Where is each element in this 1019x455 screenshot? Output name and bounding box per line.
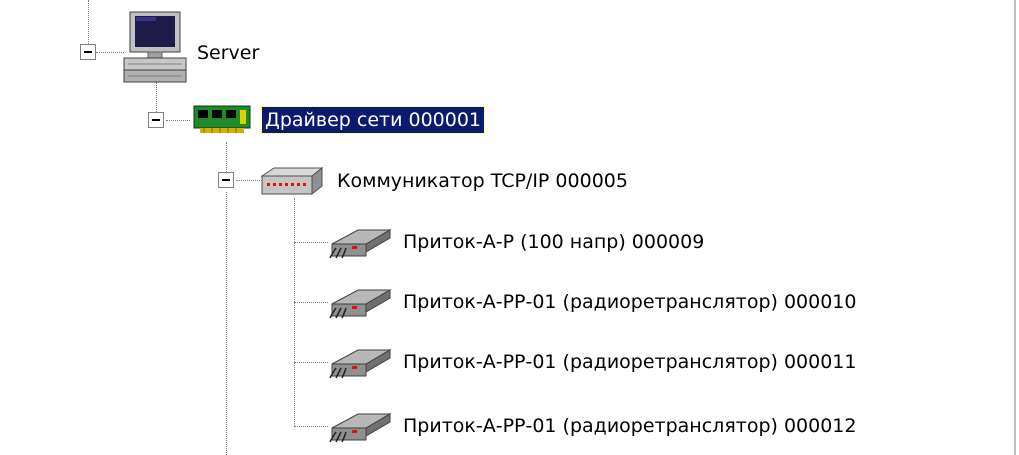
tree-node-device[interactable]: Приток-А-РР-01 (радиоретранслятор) 00001…	[400, 289, 860, 315]
tree-line	[226, 192, 227, 455]
tree-line	[294, 362, 328, 363]
tree-line	[96, 52, 124, 53]
network-card-icon	[193, 105, 251, 133]
tree-line	[294, 198, 295, 426]
transmitter-device-icon	[329, 289, 392, 319]
tree-line	[236, 180, 260, 181]
collapse-communicator-button[interactable]	[218, 172, 234, 188]
tree-node-network-driver[interactable]: Драйвер сети 000001	[260, 106, 486, 134]
tree-line	[294, 426, 328, 427]
tree-line	[294, 302, 328, 303]
tree-node-device[interactable]: Приток-А-РР-01 (радиоретранслятор) 00001…	[400, 413, 860, 439]
transmitter-device-icon	[329, 349, 392, 379]
tree-line	[166, 120, 190, 121]
collapse-server-button[interactable]	[80, 44, 96, 60]
computer-icon	[123, 11, 187, 83]
collapse-network-driver-button[interactable]	[148, 112, 164, 128]
tree-node-server[interactable]: Server	[194, 40, 262, 66]
tree-line	[226, 142, 227, 172]
tree-line	[88, 0, 89, 44]
tree-line	[156, 82, 157, 112]
tree-node-device[interactable]: Приток-А-РР-01 (радиоретранслятор) 00001…	[400, 349, 860, 375]
device-tree: Server Драйвер сети 000001 Коммуникатор …	[0, 0, 1019, 455]
tree-node-device[interactable]: Приток-А-Р (100 напр) 000009	[400, 229, 707, 255]
transmitter-device-icon	[329, 229, 392, 259]
transmitter-device-icon	[329, 413, 392, 443]
tree-node-communicator[interactable]: Коммуникатор TCP/IP 000005	[334, 168, 631, 194]
network-hub-icon	[260, 166, 324, 196]
tree-line	[294, 242, 328, 243]
